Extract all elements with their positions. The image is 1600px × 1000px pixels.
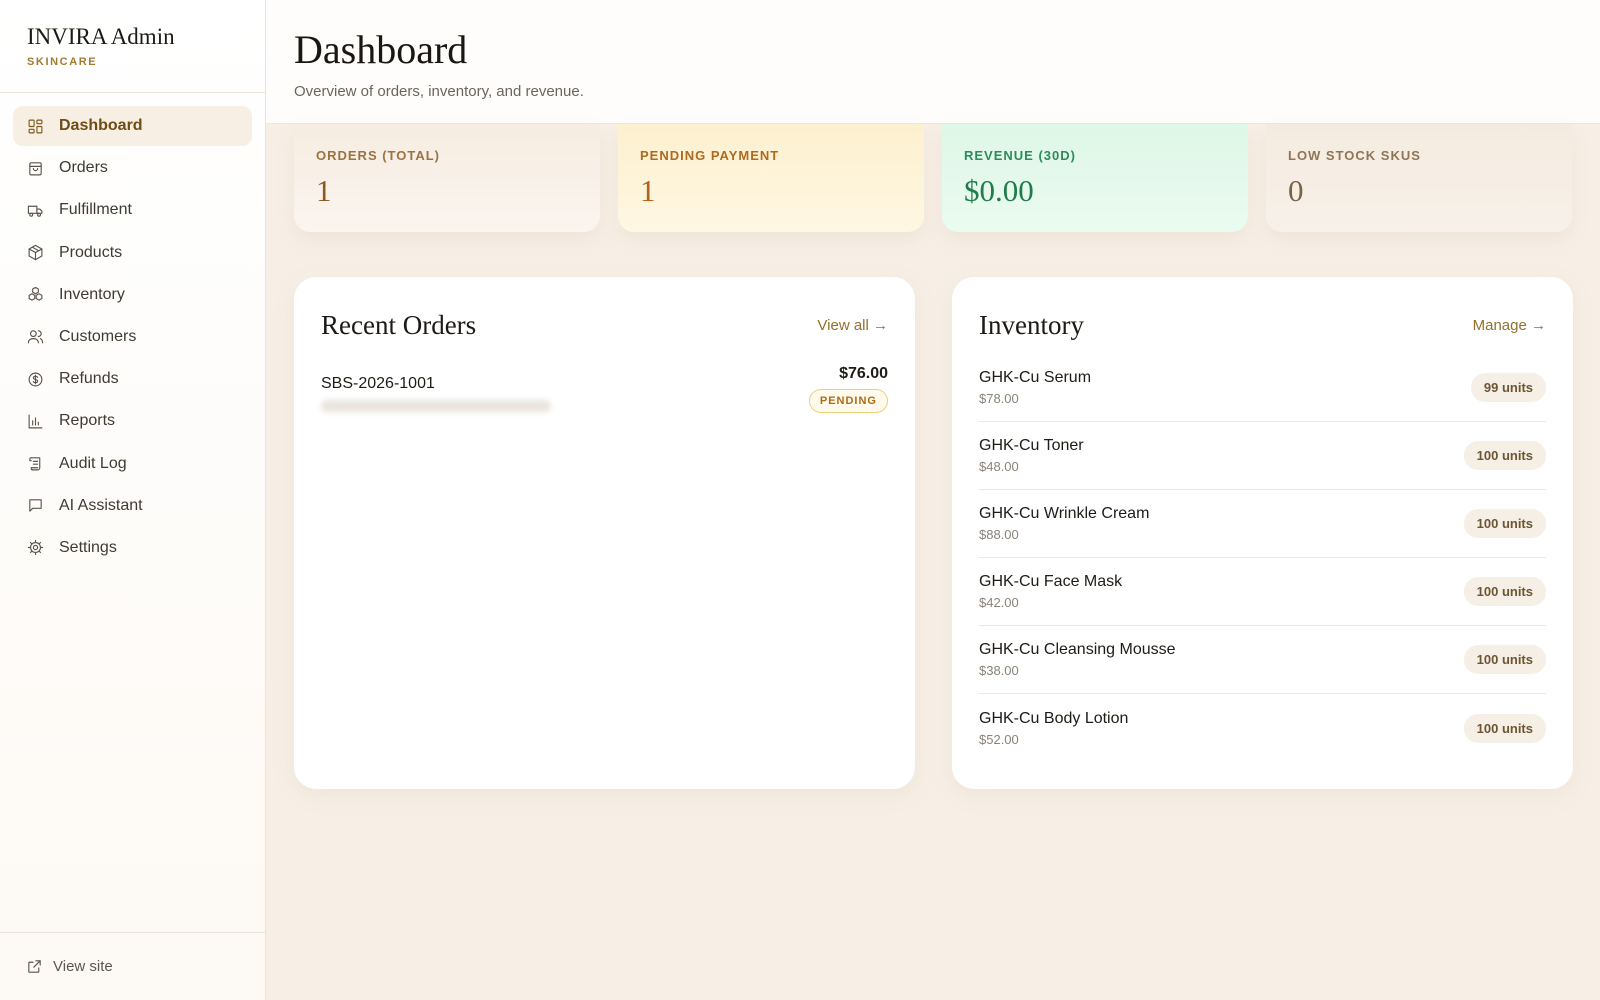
sidebar: INVIRA Admin SKINCARE Dashboard Orders F… <box>0 0 266 1000</box>
panel-title: Recent Orders <box>321 309 477 340</box>
sidebar-item-audit-log[interactable]: Audit Log <box>13 444 252 484</box>
product-name: GHK-Cu Wrinkle Cream <box>979 505 1150 522</box>
stock-badge: 100 units <box>1463 713 1546 743</box>
stock-badge: 100 units <box>1463 441 1546 470</box>
product-name: GHK-Cu Cleansing Mousse <box>979 641 1176 658</box>
stat-value: $0.00 <box>964 173 1034 208</box>
bar-chart-icon <box>27 413 44 430</box>
order-amount: $76.00 <box>839 365 888 382</box>
truck-icon <box>27 202 44 219</box>
gear-icon <box>27 539 44 556</box>
sidebar-item-dashboard[interactable]: Dashboard <box>13 106 252 146</box>
sidebar-item-ai-assistant[interactable]: AI Assistant <box>13 486 252 526</box>
sidebar-item-settings[interactable]: Settings <box>13 528 252 568</box>
brand-subtitle: SKINCARE <box>27 56 98 68</box>
stat-label: ORDERS (TOTAL) <box>316 148 441 163</box>
sidebar-item-label: Dashboard <box>59 117 143 134</box>
box-icon <box>27 244 44 261</box>
shopping-bag-icon <box>27 160 44 177</box>
page-header: Dashboard Overview of orders, inventory,… <box>266 0 1600 124</box>
order-id: SBS-2026-1001 <box>321 375 435 392</box>
stock-badge: 100 units <box>1463 509 1546 538</box>
product-price: $48.00 <box>979 459 1019 474</box>
stock-badge: 100 units <box>1463 577 1546 606</box>
page-subtitle: Overview of orders, inventory, and reven… <box>294 83 584 100</box>
brand-title: INVIRA Admin <box>27 24 175 49</box>
sidebar-item-fulfillment[interactable]: Fulfillment <box>13 190 252 230</box>
sidebar-item-label: Reports <box>59 412 116 430</box>
list-item[interactable]: GHK-Cu Wrinkle Cream $88.00 100 units <box>979 490 1546 558</box>
brand: INVIRA Admin SKINCARE <box>0 0 265 93</box>
sidebar-item-label: AI Assistant <box>59 496 143 514</box>
product-price: $78.00 <box>979 391 1019 406</box>
product-price: $42.00 <box>979 595 1019 610</box>
manage-link[interactable]: Manage → <box>1473 317 1546 334</box>
product-price: $52.00 <box>979 731 1019 747</box>
panel-header: Inventory Manage → <box>979 305 1546 345</box>
dollar-circle-icon <box>27 371 44 388</box>
page-title: Dashboard <box>294 27 468 72</box>
stat-card-low-stock: LOW STOCK SKUS 0 <box>1266 124 1572 232</box>
users-icon <box>27 328 44 345</box>
sidebar-item-refunds[interactable]: Refunds <box>13 359 252 399</box>
external-link-icon <box>26 958 43 975</box>
panel-header: Recent Orders View all → <box>321 305 888 345</box>
product-name: GHK-Cu Serum <box>979 369 1092 386</box>
stat-label: LOW STOCK SKUS <box>1288 148 1421 163</box>
sidebar-item-label: Refunds <box>59 370 119 388</box>
list-item[interactable]: GHK-Cu Face Mask $42.00 100 units <box>979 558 1546 626</box>
status-badge: PENDING <box>808 389 888 413</box>
order-row[interactable]: SBS-2026-1001 $76.00 PENDING <box>321 365 888 413</box>
view-all-link[interactable]: View all → <box>817 317 888 334</box>
view-site-link[interactable]: View site <box>0 932 265 1000</box>
sidebar-item-label: Settings <box>59 538 117 556</box>
boxes-icon <box>27 286 44 303</box>
sidebar-nav: Dashboard Orders Fulfillment Products In… <box>0 93 265 568</box>
chat-icon <box>27 497 44 514</box>
stat-card-pending-payment: PENDING PAYMENT 1 <box>618 124 924 232</box>
sidebar-item-label: Inventory <box>59 285 125 303</box>
dashboard-icon <box>27 118 44 135</box>
view-site-label: View site <box>53 958 113 975</box>
list-item[interactable]: GHK-Cu Cleansing Mousse $38.00 100 units <box>979 626 1546 694</box>
sidebar-item-reports[interactable]: Reports <box>13 401 252 441</box>
sidebar-item-customers[interactable]: Customers <box>13 317 252 357</box>
product-price: $88.00 <box>979 527 1019 542</box>
product-name: GHK-Cu Face Mask <box>979 573 1123 590</box>
stock-badge: 99 units <box>1470 373 1546 402</box>
inventory-panel: Inventory Manage → GHK-Cu Serum $78.00 9… <box>952 277 1573 789</box>
product-name: GHK-Cu Body Lotion <box>979 709 1129 727</box>
stat-value: 1 <box>640 173 656 208</box>
sidebar-item-inventory[interactable]: Inventory <box>13 275 252 315</box>
sidebar-item-label: Orders <box>59 159 108 177</box>
sidebar-item-products[interactable]: Products <box>13 233 252 273</box>
stat-cards: ORDERS (TOTAL) 1 PENDING PAYMENT 1 REVEN… <box>294 124 1572 232</box>
sidebar-item-label: Customers <box>59 327 137 345</box>
sidebar-item-orders[interactable]: Orders <box>13 148 252 188</box>
order-redacted-detail <box>321 400 551 412</box>
stat-card-revenue: REVENUE (30D) $0.00 <box>942 124 1248 232</box>
stat-label: PENDING PAYMENT <box>640 148 780 163</box>
sidebar-item-label: Fulfillment <box>59 201 132 219</box>
stat-card-orders-total: ORDERS (TOTAL) 1 <box>294 124 600 232</box>
panel-title: Inventory <box>979 309 1084 340</box>
list-item[interactable]: GHK-Cu Toner $48.00 100 units <box>979 422 1546 490</box>
list-item[interactable]: GHK-Cu Body Lotion $52.00 100 units <box>979 694 1546 762</box>
scroll-icon <box>27 455 44 472</box>
stat-value: 0 <box>1288 173 1304 208</box>
stat-label: REVENUE (30D) <box>964 148 1076 163</box>
recent-orders-panel: Recent Orders View all → SBS-2026-1001 $… <box>294 277 915 789</box>
sidebar-item-label: Audit Log <box>59 454 127 472</box>
product-price: $38.00 <box>979 663 1019 678</box>
list-item[interactable]: GHK-Cu Serum $78.00 99 units <box>979 354 1546 422</box>
stock-badge: 100 units <box>1463 645 1546 674</box>
stat-value: 1 <box>316 173 332 208</box>
product-name: GHK-Cu Toner <box>979 437 1084 454</box>
sidebar-item-label: Products <box>59 243 123 261</box>
inventory-list: GHK-Cu Serum $78.00 99 units GHK-Cu Tone… <box>979 354 1546 762</box>
